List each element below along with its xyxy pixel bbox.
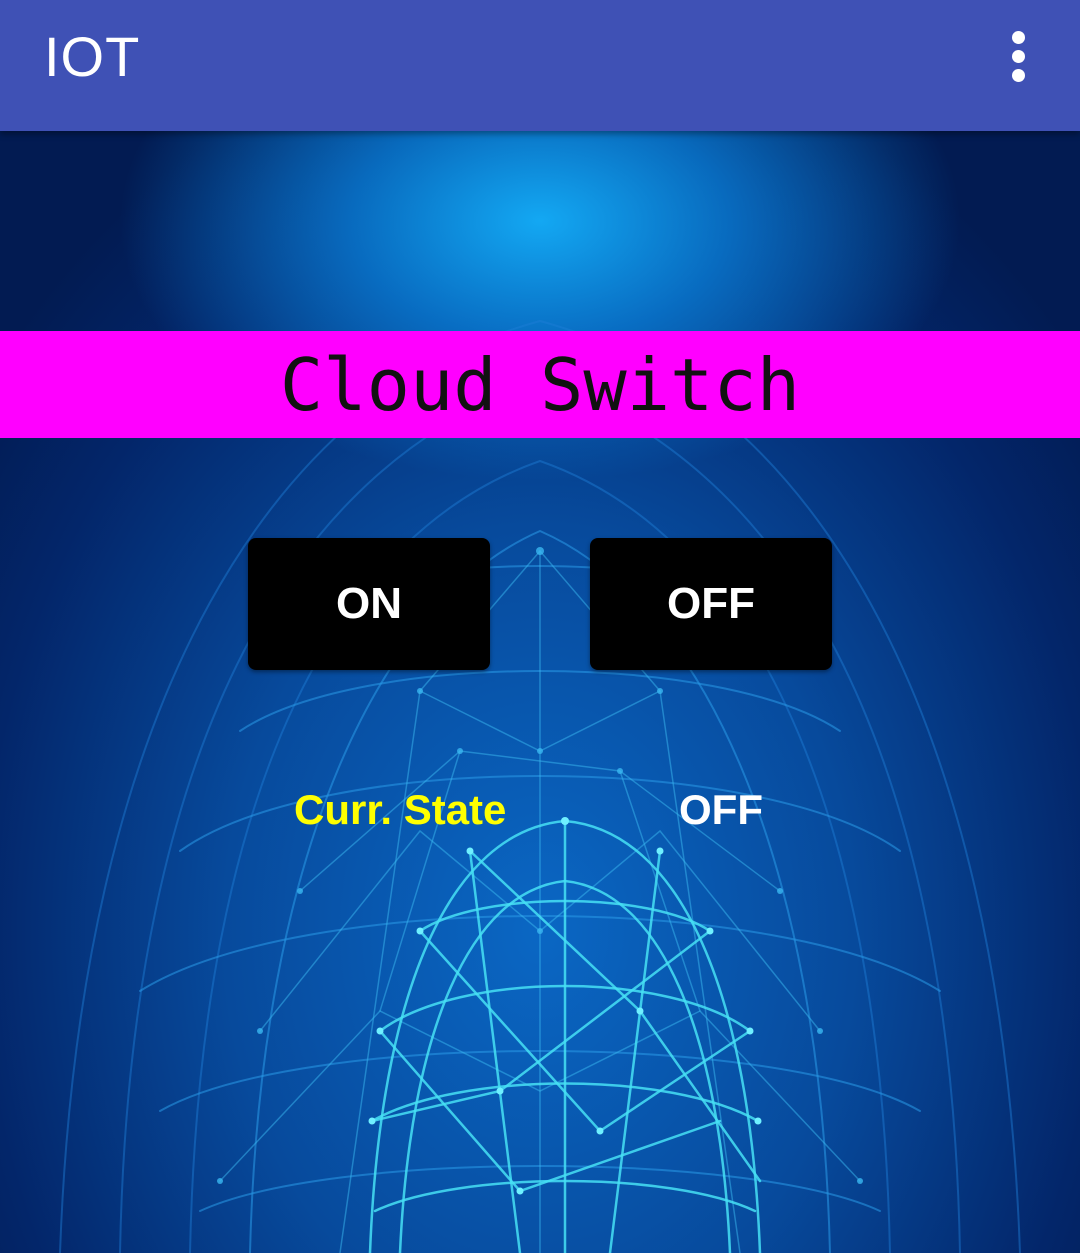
title-banner: Cloud Switch bbox=[0, 331, 1080, 438]
network-globe-background bbox=[0, 131, 1080, 1253]
menu-dot bbox=[1012, 50, 1025, 63]
menu-dot bbox=[1012, 31, 1025, 44]
on-button[interactable]: ON bbox=[248, 538, 490, 670]
current-state-value: OFF bbox=[679, 786, 763, 833]
banner-title: Cloud Switch bbox=[279, 343, 801, 427]
menu-dot bbox=[1012, 69, 1025, 82]
app-bar: IOT bbox=[0, 0, 1080, 131]
current-state-label: Curr. State bbox=[294, 786, 507, 833]
off-button[interactable]: OFF bbox=[590, 538, 832, 670]
globe-mesh-graphic bbox=[59, 319, 1021, 1253]
more-vert-icon[interactable] bbox=[996, 26, 1042, 86]
app-screen: IOT Cloud Switch ON OFF Curr. State OFF bbox=[0, 0, 1080, 1253]
app-title: IOT bbox=[44, 25, 141, 88]
